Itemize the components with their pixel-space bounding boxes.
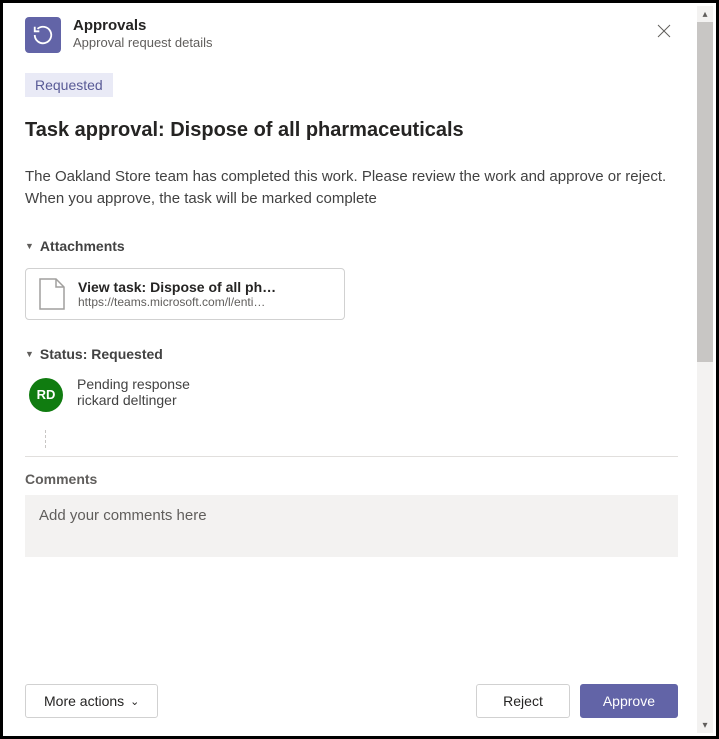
file-icon [38, 277, 66, 311]
approvals-app-icon [25, 17, 61, 53]
comments-input[interactable] [25, 495, 678, 557]
scroll-up-button[interactable]: ▴ [697, 6, 713, 22]
approver-status: Pending response [77, 376, 190, 392]
chevron-up-icon: ▴ [702, 9, 707, 20]
scrollbar-track[interactable]: ▴ ▾ [697, 6, 713, 733]
approval-description: The Oakland Store team has completed thi… [25, 166, 678, 210]
chevron-down-icon: ▾ [702, 720, 707, 731]
status-label: Status: Requested [40, 346, 163, 362]
approval-title: Task approval: Dispose of all pharmaceut… [25, 119, 678, 142]
header-text: Approvals Approval request details [73, 17, 650, 52]
status-section-header[interactable]: ▼ Status: Requested [25, 346, 678, 362]
chevron-down-icon: ⌄ [130, 695, 139, 708]
dialog-content: Approvals Approval request details Reque… [3, 3, 700, 736]
close-icon [657, 24, 671, 38]
comments-label: Comments [25, 471, 678, 487]
reject-label: Reject [503, 693, 543, 709]
attachment-text: View task: Dispose of all ph… https://te… [78, 279, 276, 309]
attachments-label: Attachments [40, 238, 125, 254]
dialog-header: Approvals Approval request details [25, 17, 678, 53]
app-title: Approvals [73, 17, 650, 35]
dialog-footer: More actions ⌄ Reject Approve [25, 662, 678, 718]
scroll-down-button[interactable]: ▾ [697, 717, 713, 733]
chevron-down-icon: ▼ [25, 241, 34, 251]
app-subtitle: Approval request details [73, 35, 650, 52]
status-badge: Requested [25, 73, 113, 97]
approver-avatar: RD [29, 378, 63, 412]
approve-button[interactable]: Approve [580, 684, 678, 718]
attachment-title: View task: Dispose of all ph… [78, 279, 276, 295]
divider [25, 456, 678, 457]
reject-button[interactable]: Reject [476, 684, 570, 718]
close-button[interactable] [650, 17, 678, 45]
attachment-card[interactable]: View task: Dispose of all ph… https://te… [25, 268, 345, 320]
attachments-section-header[interactable]: ▼ Attachments [25, 238, 678, 254]
timeline-line [45, 430, 678, 448]
approve-label: Approve [603, 693, 655, 709]
more-actions-button[interactable]: More actions ⌄ [25, 684, 158, 718]
approver-info: Pending response rickard deltinger [77, 376, 190, 408]
chevron-down-icon: ▼ [25, 349, 34, 359]
attachment-url: https://teams.microsoft.com/l/enti… [78, 295, 276, 309]
approver-name: rickard deltinger [77, 392, 190, 408]
approver-row: RD Pending response rickard deltinger [25, 376, 678, 412]
more-actions-label: More actions [44, 693, 124, 709]
scrollbar-thumb[interactable] [697, 22, 713, 362]
